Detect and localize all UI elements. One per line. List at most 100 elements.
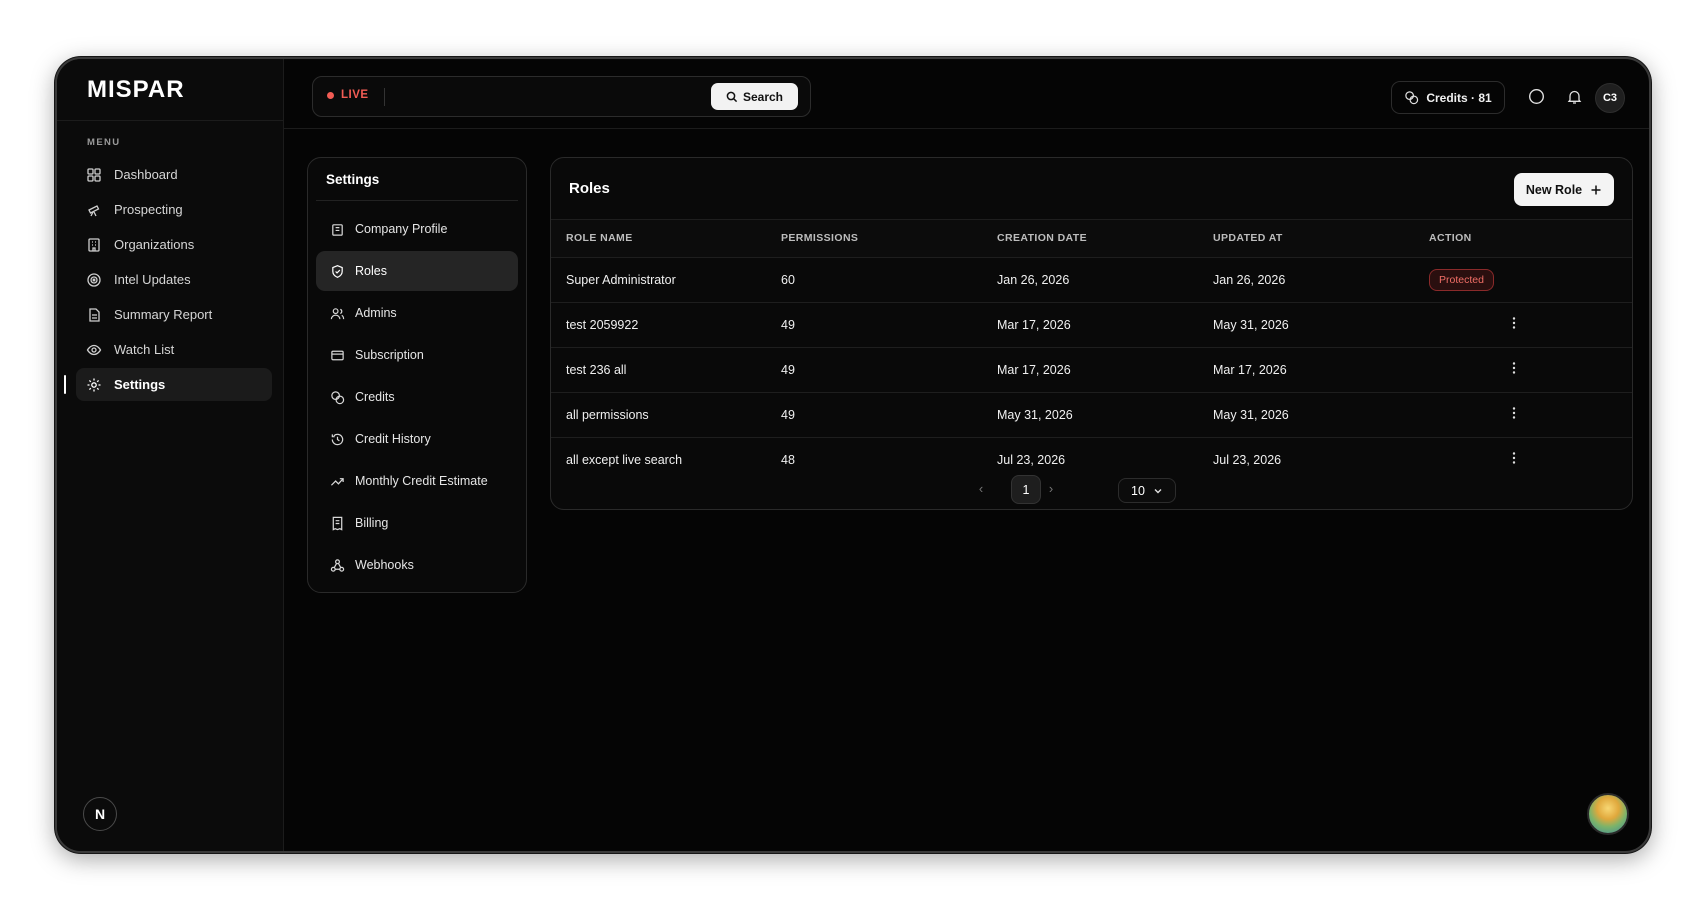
permissions-cell: 49	[766, 392, 982, 438]
updated-at-cell: May 31, 2026	[1198, 392, 1414, 438]
webhook-icon	[330, 558, 345, 573]
more-vertical-icon	[1512, 362, 1516, 374]
sidebar-item-organizations[interactable]: Organizations	[76, 228, 272, 261]
document-icon	[86, 307, 102, 323]
sidebar-item-label: Summary Report	[114, 307, 213, 322]
telescope-icon	[86, 202, 102, 218]
settings-panel: Settings Company Profile Roles Admins Su…	[307, 157, 527, 593]
table-row[interactable]: Super Administrator 60 Jan 26, 2026 Jan …	[551, 257, 1632, 303]
sidebar-item-label: Prospecting	[114, 202, 183, 217]
sidebar-item-intel-updates[interactable]: Intel Updates	[76, 263, 272, 296]
sidebar-item-prospecting[interactable]: Prospecting	[76, 193, 272, 226]
page-size-select[interactable]: 10	[1118, 478, 1176, 503]
roles-card: Roles New Role ROLE NAME PERMISSIONS CRE…	[550, 157, 1633, 510]
sidebar: MISPAR MENU Dashboard Prospecting Organi…	[57, 59, 284, 851]
table-row[interactable]: all permissions 49 May 31, 2026 May 31, …	[551, 392, 1632, 438]
column-header-action: ACTION	[1414, 220, 1632, 258]
sidebar-item-label: Organizations	[114, 237, 195, 252]
table-row[interactable]: test 236 all 49 Mar 17, 2026 Mar 17, 202…	[551, 347, 1632, 393]
shield-icon	[330, 264, 345, 279]
column-header-updated-at[interactable]: UPDATED AT	[1198, 220, 1414, 258]
sidebar-item-watch-list[interactable]: Watch List	[76, 333, 272, 366]
building-icon	[330, 222, 345, 237]
plus-icon	[1591, 185, 1601, 194]
sidebar-item-label: Intel Updates	[114, 272, 191, 287]
sidebar-item-settings[interactable]: Settings	[64, 368, 272, 401]
settings-item-monthly-credit-estimate[interactable]: Monthly Credit Estimate	[316, 461, 518, 501]
roles-title: Roles	[569, 180, 610, 197]
settings-item-webhooks[interactable]: Webhooks	[316, 545, 518, 585]
more-vertical-icon	[1512, 407, 1516, 419]
settings-item-label: Credit History	[355, 432, 431, 446]
history-icon	[330, 432, 345, 447]
coins-icon	[330, 390, 345, 405]
sidebar-item-dashboard[interactable]: Dashboard	[76, 158, 272, 191]
creation-date-cell: Jan 26, 2026	[982, 257, 1198, 303]
live-label: LIVE	[341, 89, 369, 101]
building-icon	[86, 237, 102, 253]
settings-panel-title: Settings	[316, 158, 518, 201]
gear-icon	[86, 377, 102, 393]
search-icon	[726, 91, 738, 102]
row-actions-menu[interactable]	[1414, 347, 1632, 393]
credits-label: Credits · 81	[1426, 90, 1492, 105]
settings-item-subscription[interactable]: Subscription	[316, 335, 518, 375]
settings-item-label: Roles	[355, 264, 387, 278]
receipt-icon	[330, 516, 345, 531]
page-size-value: 10	[1131, 483, 1145, 498]
row-actions-menu[interactable]	[1414, 302, 1632, 348]
creation-date-cell: Mar 17, 2026	[982, 302, 1198, 348]
status-circle-icon[interactable]	[1527, 87, 1546, 106]
search-button[interactable]: Search	[711, 83, 798, 110]
next-page-button[interactable]: ›	[1044, 479, 1058, 497]
eye-icon	[86, 342, 102, 358]
live-search-bar[interactable]: LIVE Search	[312, 76, 811, 117]
permissions-cell: 49	[766, 302, 982, 348]
settings-item-company-profile[interactable]: Company Profile	[316, 209, 518, 249]
settings-item-roles[interactable]: Roles	[316, 251, 518, 291]
sidebar-item-label: Settings	[114, 377, 166, 392]
credits-button[interactable]: Credits · 81	[1391, 81, 1505, 114]
more-vertical-icon	[1512, 317, 1516, 329]
coins-icon	[1405, 91, 1419, 105]
account-avatar[interactable]: C3	[1595, 83, 1625, 113]
sidebar-item-label: Watch List	[114, 342, 175, 357]
column-header-creation-date[interactable]: CREATION DATE	[982, 220, 1198, 258]
table-header-row: ROLE NAME PERMISSIONS CREATION DATE UPDA…	[551, 220, 1632, 258]
dashboard-icon	[86, 167, 102, 183]
role-name-cell: test 2059922	[551, 302, 766, 348]
card-icon	[330, 348, 345, 363]
new-role-label: New Role	[1525, 182, 1583, 197]
settings-item-label: Company Profile	[355, 222, 448, 236]
role-name-cell: test 236 all	[551, 347, 766, 393]
column-header-permissions[interactable]: PERMISSIONS	[766, 220, 982, 258]
brand-logo[interactable]: MISPAR	[57, 59, 283, 121]
settings-item-billing[interactable]: Billing	[316, 503, 518, 543]
creation-date-cell: Mar 17, 2026	[982, 347, 1198, 393]
settings-item-label: Billing	[355, 516, 389, 530]
settings-item-label: Subscription	[355, 348, 424, 362]
app-window: MISPAR MENU Dashboard Prospecting Organi…	[55, 57, 1651, 853]
trend-icon	[330, 474, 345, 489]
divider	[384, 88, 385, 106]
page-number-button[interactable]: 1	[1011, 475, 1041, 504]
users-icon	[330, 306, 345, 321]
settings-item-admins[interactable]: Admins	[316, 293, 518, 333]
bell-icon[interactable]	[1565, 87, 1584, 106]
sidebar-item-summary-report[interactable]: Summary Report	[76, 298, 272, 331]
role-name-cell: Super Administrator	[551, 257, 766, 303]
more-vertical-icon	[1512, 452, 1516, 464]
roles-header: Roles New Role	[551, 158, 1632, 220]
settings-item-credit-history[interactable]: Credit History	[316, 419, 518, 459]
topbar: LIVE Search Credits · 81 C3	[284, 59, 1649, 129]
row-actions-menu[interactable]	[1414, 392, 1632, 438]
settings-item-credits[interactable]: Credits	[316, 377, 518, 417]
prev-page-button[interactable]: ‹	[974, 479, 988, 497]
user-avatar[interactable]: N	[83, 797, 117, 831]
new-role-button[interactable]: New Role	[1514, 173, 1614, 206]
column-header-role-name[interactable]: ROLE NAME	[551, 220, 766, 258]
roles-table: ROLE NAME PERMISSIONS CREATION DATE UPDA…	[551, 220, 1632, 482]
settings-item-label: Webhooks	[355, 558, 414, 572]
assistant-orb-icon[interactable]	[1587, 793, 1629, 835]
table-row[interactable]: test 2059922 49 Mar 17, 2026 May 31, 202…	[551, 302, 1632, 348]
